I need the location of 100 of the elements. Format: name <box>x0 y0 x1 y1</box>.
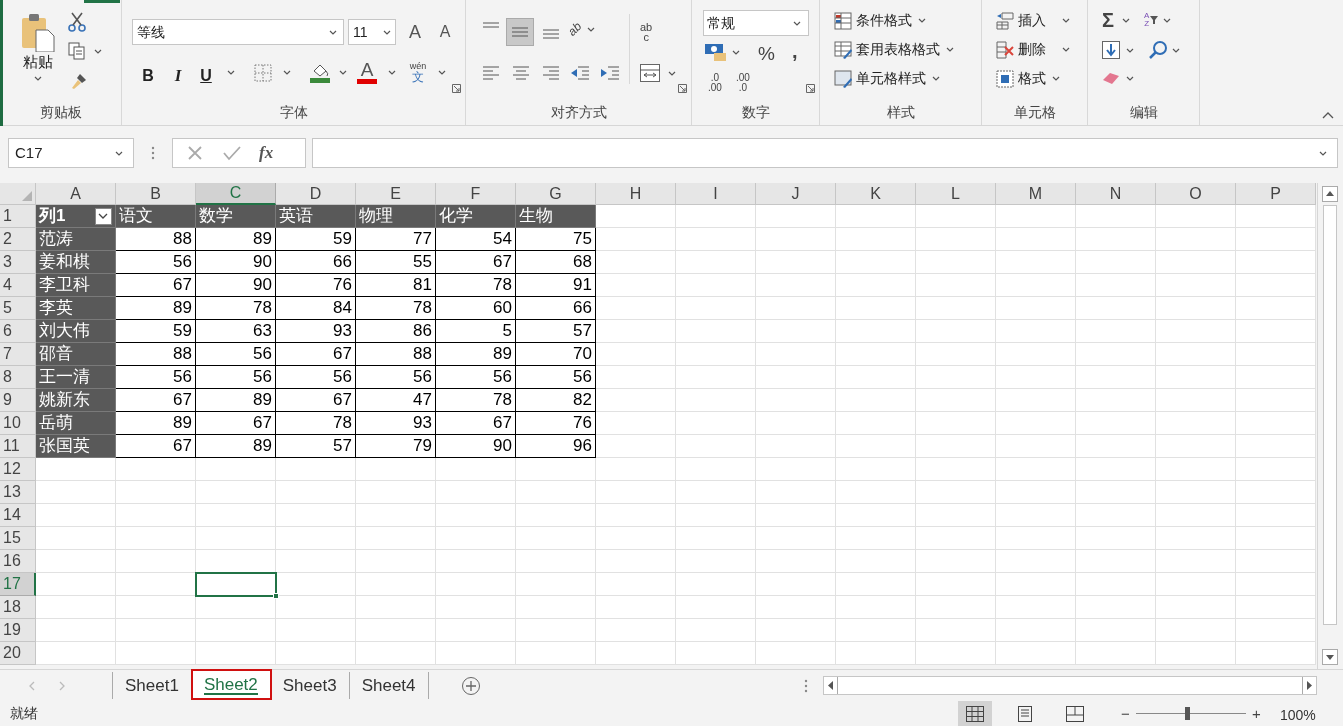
shrink-font-button[interactable]: A <box>436 20 454 44</box>
column-header[interactable]: L <box>916 183 996 205</box>
merge-center-icon[interactable] <box>640 64 660 82</box>
more-options-icon[interactable] <box>151 146 155 160</box>
row-header[interactable]: 7 <box>0 343 36 366</box>
dialog-launcher-icon[interactable] <box>678 84 687 93</box>
row-header[interactable]: 13 <box>0 481 36 504</box>
row-header[interactable]: 6 <box>0 320 36 343</box>
column-header[interactable]: J <box>756 183 836 205</box>
column-header[interactable]: K <box>836 183 916 205</box>
font-name-dropdown[interactable]: 等线 <box>132 19 344 45</box>
row-header[interactable]: 20 <box>0 642 36 665</box>
column-header[interactable]: O <box>1156 183 1236 205</box>
wrap-text-button[interactable]: ab c <box>640 22 653 42</box>
autosum-button[interactable]: Σ <box>1102 10 1114 30</box>
font-color-button[interactable]: A <box>356 61 378 84</box>
column-header[interactable]: N <box>1076 183 1156 205</box>
scroll-up-icon[interactable] <box>1322 186 1338 202</box>
grow-font-button[interactable]: A <box>406 20 424 44</box>
horizontal-scrollbar[interactable] <box>823 676 1317 695</box>
row-header[interactable]: 2 <box>0 228 36 251</box>
decrease-indent-icon[interactable] <box>570 64 590 82</box>
column-header[interactable]: B <box>116 183 196 205</box>
column-header[interactable]: E <box>356 183 436 205</box>
column-header[interactable]: D <box>276 183 356 205</box>
bold-button[interactable]: B <box>140 64 156 84</box>
column-header[interactable]: G <box>516 183 596 205</box>
row-header[interactable]: 16 <box>0 550 36 573</box>
eraser-icon[interactable] <box>1102 71 1120 85</box>
orientation-button[interactable]: ab <box>568 20 596 38</box>
increase-decimal-button[interactable]: .0 .00 <box>708 73 722 93</box>
view-button[interactable] <box>958 701 992 726</box>
cells-menu-button[interactable]: 插入 <box>996 10 1070 31</box>
row-header[interactable]: 17 <box>0 573 36 596</box>
table-cell: 张国英 <box>36 435 116 458</box>
add-sheet-icon[interactable] <box>460 676 481 696</box>
phonetic-guide-button[interactable]: wén 文 <box>409 62 427 83</box>
row-header[interactable]: 5 <box>0 297 36 320</box>
copy-icon[interactable] <box>68 42 86 60</box>
comma-style-button[interactable]: , <box>792 36 798 66</box>
delete-cells-icon <box>996 40 1014 59</box>
italic-button[interactable]: I <box>170 63 186 83</box>
dialog-launcher-icon[interactable] <box>452 84 461 93</box>
zoom-in-button[interactable]: + <box>1252 703 1261 726</box>
dialog-launcher-icon[interactable] <box>806 84 815 93</box>
name-box[interactable]: C17 <box>8 138 134 168</box>
row-header[interactable]: 15 <box>0 527 36 550</box>
column-header[interactable]: A <box>36 183 116 205</box>
row-header[interactable]: 11 <box>0 435 36 458</box>
increase-indent-icon[interactable] <box>600 64 620 82</box>
cells-menu-button[interactable]: 删除 <box>996 39 1070 60</box>
font-size-dropdown[interactable]: 11 <box>348 19 396 45</box>
row-header[interactable]: 10 <box>0 412 36 435</box>
insert-cells-icon <box>996 11 1014 30</box>
row-header[interactable]: 9 <box>0 389 36 412</box>
sheet-tab[interactable]: Sheet3 <box>270 672 350 699</box>
row-header[interactable]: 1 <box>0 205 36 228</box>
row-header[interactable]: 12 <box>0 458 36 481</box>
more-options-icon[interactable] <box>804 679 808 693</box>
paste-button[interactable]: 粘贴 <box>16 4 60 81</box>
filter-dropdown-icon[interactable] <box>95 208 112 225</box>
zoom-out-button[interactable]: − <box>1121 703 1130 726</box>
caret-icon <box>329 29 337 35</box>
scrollbar-thumb[interactable] <box>1323 205 1337 625</box>
row-header[interactable]: 4 <box>0 274 36 297</box>
table-cell: 56 <box>276 366 356 389</box>
zoom-slider[interactable] <box>1136 707 1246 720</box>
number-format-dropdown[interactable]: 常规 <box>703 10 809 36</box>
cells-menu-button[interactable]: 格式 <box>996 68 1060 89</box>
caret-icon <box>932 76 940 81</box>
column-header[interactable]: C <box>196 183 276 205</box>
search-icon[interactable] <box>1148 40 1168 60</box>
percent-button[interactable]: % <box>758 40 775 69</box>
row-header[interactable]: 3 <box>0 251 36 274</box>
row-header[interactable]: 8 <box>0 366 36 389</box>
scissors-icon[interactable] <box>68 12 86 32</box>
collapse-ribbon-icon[interactable] <box>1322 111 1334 119</box>
row-header[interactable]: 19 <box>0 619 36 642</box>
fill-down-icon[interactable] <box>1102 41 1120 59</box>
styles-menu-button[interactable]: 单元格样式 <box>834 68 940 89</box>
formula-input[interactable] <box>312 138 1338 168</box>
column-header[interactable]: P <box>1236 183 1316 205</box>
column-header[interactable]: I <box>676 183 756 205</box>
decrease-decimal-button[interactable]: .00 .0 <box>736 73 750 93</box>
styles-menu-button[interactable]: 条件格式 <box>834 10 926 31</box>
slider-thumb[interactable] <box>1184 707 1190 720</box>
styles-menu-button[interactable]: 套用表格格式 <box>834 39 954 60</box>
currency-icon[interactable] <box>704 42 728 62</box>
format-painter-icon[interactable] <box>70 72 88 90</box>
column-header[interactable]: M <box>996 183 1076 205</box>
scroll-down-icon[interactable] <box>1322 649 1338 665</box>
sort-filter-button[interactable]: A Z <box>1144 12 1160 28</box>
sheet-tab[interactable]: Sheet4 <box>349 672 429 699</box>
underline-button[interactable]: U <box>198 64 214 84</box>
column-header[interactable]: H <box>596 183 676 205</box>
column-header[interactable]: F <box>436 183 516 205</box>
insert-function-button[interactable]: fx <box>259 140 274 166</box>
row-header[interactable]: 14 <box>0 504 36 527</box>
sheet-tab[interactable]: Sheet2 <box>191 670 271 699</box>
row-header[interactable]: 18 <box>0 596 36 619</box>
